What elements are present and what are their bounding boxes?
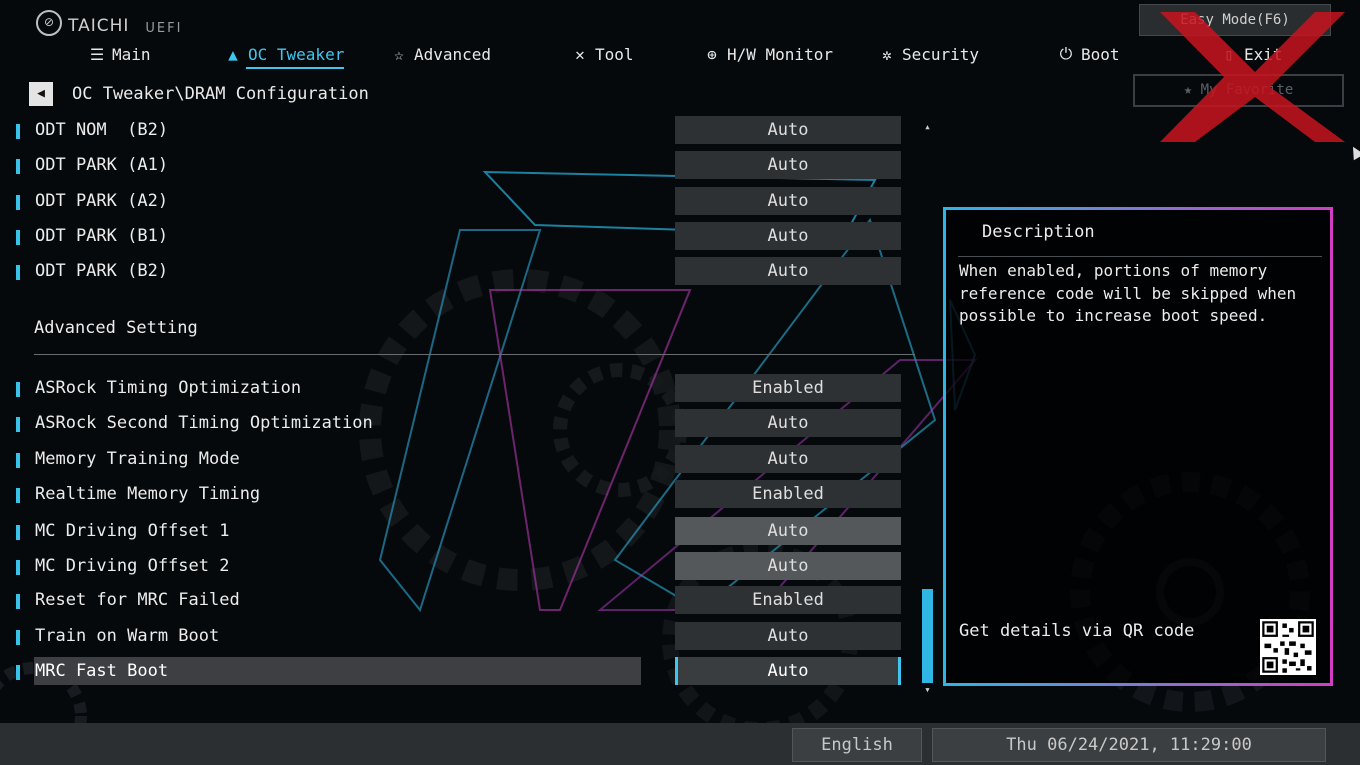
description-panel: Description When enabled, portions of me… [943,207,1333,686]
setting-row[interactable]: ODT PARK (B2) Auto [14,257,904,285]
qr-label: Get details via QR code [959,621,1195,641]
setting-row[interactable]: Memory Training Mode Auto [14,445,904,473]
setting-label: ODT PARK (B1) [35,226,169,246]
setting-label: ODT NOM (B2) [35,120,169,140]
list-icon: ☰ [89,44,105,64]
back-button[interactable]: ◀ [29,82,53,106]
tab-advanced[interactable]: ☆ Advanced [390,40,491,68]
row-marker [16,453,20,468]
datetime-display: Thu 06/24/2021, 11:29:00 [932,728,1326,762]
setting-row[interactable]: MC Driving Offset 1 Auto [14,517,904,545]
setting-label: MC Driving Offset 1 [35,521,230,541]
setting-label: Reset for MRC Failed [35,590,240,610]
tab-oc-tweaker[interactable]: ▲ OC Tweaker [224,40,345,69]
setting-label: ODT PARK (A1) [35,155,169,175]
setting-value[interactable]: Auto [675,116,901,144]
setting-value[interactable]: Auto [675,517,901,545]
setting-value[interactable]: Auto [675,622,901,650]
description-title: Description [982,222,1095,242]
setting-row[interactable]: ODT PARK (A1) Auto [14,151,904,179]
row-marker [16,382,20,397]
setting-value[interactable]: Auto [675,409,901,437]
row-marker [16,630,20,645]
setting-label: MRC Fast Boot [35,661,169,681]
row-marker [16,124,20,139]
setting-row[interactable]: Realtime Memory Timing Enabled [14,480,904,508]
shield-icon: ✲ [882,44,892,64]
setting-value[interactable]: Enabled [675,586,901,614]
setting-row-selected[interactable]: MRC Fast Boot Auto [14,657,904,685]
logo-uefi: UEFI [145,21,183,36]
setting-row[interactable]: ASRock Second Timing Optimization Auto [14,409,904,437]
setting-value[interactable]: Auto [675,445,901,473]
scroll-down-arrow-icon[interactable]: ▼ [923,686,932,695]
setting-value[interactable]: Enabled [675,480,901,508]
taichi-logo: ⊘ TAICHI UEFI [36,8,182,36]
row-marker [16,665,20,680]
tab-label: Tool [595,44,634,64]
setting-row[interactable]: ODT PARK (A2) Auto [14,187,904,215]
row-marker [16,195,20,210]
setting-row[interactable]: ASRock Timing Optimization Enabled [14,374,904,402]
row-marker [16,417,20,432]
description-text: When enabled, portions of memory referen… [959,261,1297,325]
tab-hw-monitor[interactable]: ⊕ H/W Monitor [703,40,833,68]
setting-value[interactable]: Auto [675,657,901,685]
row-marker [16,159,20,174]
section-divider [34,354,915,355]
tab-tool[interactable]: ✕ Tool [571,40,634,68]
setting-label: ASRock Second Timing Optimization [35,413,373,433]
setting-row[interactable]: Train on Warm Boot Auto [14,622,904,650]
logo-brand: TAICHI [68,16,130,36]
setting-row[interactable]: MC Driving Offset 2 Auto [14,552,904,580]
row-marker [16,525,20,540]
description-divider [958,256,1322,257]
tab-label: OC Tweaker [248,44,345,64]
setting-value[interactable]: Auto [675,187,901,215]
row-marker [16,230,20,245]
setting-row[interactable]: ODT PARK (B1) Auto [14,222,904,250]
taichi-mark-icon: ⊘ [36,10,62,36]
star-icon: ☆ [394,44,404,64]
rocket-icon: ▲ [228,44,238,64]
setting-label: Realtime Memory Timing [35,484,261,504]
setting-label: ODT PARK (B2) [35,261,169,281]
setting-label: MC Driving Offset 2 [35,556,230,576]
setting-row[interactable]: ODT NOM (B2) Auto [14,116,904,144]
tab-label: Advanced [414,44,492,64]
setting-label: ODT PARK (A2) [35,191,169,211]
breadcrumb: OC Tweaker\DRAM Configuration [72,84,369,104]
tab-label: Boot [1081,44,1120,64]
language-button[interactable]: English [792,728,922,762]
tab-security[interactable]: ✲ Security [878,40,979,68]
setting-label: Memory Training Mode [35,449,240,469]
scroll-up-arrow-icon[interactable]: ▲ [923,123,932,132]
row-marker [16,560,20,575]
setting-value[interactable]: Auto [675,257,901,285]
row-marker [16,594,20,609]
setting-row[interactable]: Reset for MRC Failed Enabled [14,586,904,614]
row-marker [16,488,20,503]
setting-value[interactable]: Auto [675,222,901,250]
setting-value[interactable]: Auto [675,552,901,580]
tools-icon: ✕ [575,44,585,64]
section-title: Advanced Setting [34,318,198,338]
setting-value[interactable]: Auto [675,151,901,179]
tab-label: Security [902,44,980,64]
setting-value[interactable]: Enabled [675,374,901,402]
xx-watermark-logo [1160,12,1345,142]
scrollbar-thumb[interactable] [922,589,933,683]
tab-boot[interactable]: ⏻ Boot [1057,40,1120,68]
monitor-icon: ⊕ [707,44,717,64]
qr-code-icon [1260,619,1316,675]
setting-label: ASRock Timing Optimization [35,378,302,398]
setting-label: Train on Warm Boot [35,626,220,646]
power-icon: ⏻ [1059,44,1073,63]
tab-label: H/W Monitor [727,44,833,64]
tab-main[interactable]: ☰ Main [88,40,151,68]
row-marker [16,265,20,280]
tab-label: Main [112,44,151,64]
